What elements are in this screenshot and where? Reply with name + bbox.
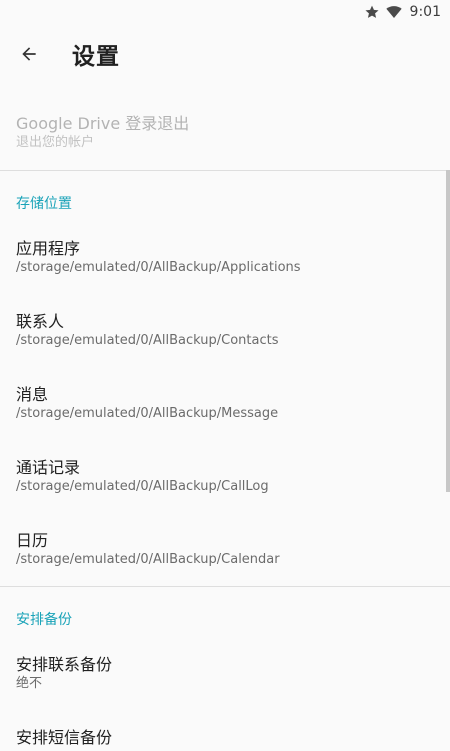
pref-message-path[interactable]: 消息 /storage/emulated/0/AllBackup/Message: [16, 385, 430, 423]
back-button[interactable]: [17, 42, 41, 66]
pref-applications-path[interactable]: 应用程序 /storage/emulated/0/AllBackup/Appli…: [16, 239, 430, 277]
pref-summary: /storage/emulated/0/AllBackup/Applicatio…: [16, 260, 301, 275]
wifi-icon: [385, 4, 402, 20]
divider: [0, 170, 450, 171]
app-bar: 设置: [0, 24, 450, 84]
pref-schedule-contacts-backup[interactable]: 安排联系备份 绝不: [16, 655, 430, 693]
pref-title: 通话记录: [16, 458, 81, 477]
google-drive-logout-pref[interactable]: Google Drive 登录退出 退出您的帐户: [16, 114, 430, 152]
page-title: 设置: [72, 44, 120, 70]
status-time: 9:01: [409, 4, 441, 20]
pref-title: 联系人: [16, 312, 65, 331]
pref-title: 日历: [16, 531, 49, 550]
pref-summary: /storage/emulated/0/AllBackup/Message: [16, 406, 279, 421]
pref-summary: 绝不: [16, 676, 43, 691]
pref-title: 消息: [16, 385, 49, 404]
pref-title: Google Drive 登录退出: [16, 114, 190, 133]
pref-summary: /storage/emulated/0/AllBackup/Calendar: [16, 552, 280, 567]
pref-summary: 退出您的帐户: [16, 135, 95, 150]
pref-title: 应用程序: [16, 239, 81, 258]
star-icon: [364, 4, 380, 20]
pref-summary: /storage/emulated/0/AllBackup/CallLog: [16, 479, 269, 494]
pref-calllog-path[interactable]: 通话记录 /storage/emulated/0/AllBackup/CallL…: [16, 458, 430, 496]
category-storage-location: 存储位置: [16, 196, 72, 212]
pref-calendar-path[interactable]: 日历 /storage/emulated/0/AllBackup/Calenda…: [16, 531, 430, 569]
back-arrow-icon: [22, 47, 36, 61]
category-schedule-backup: 安排备份: [16, 612, 72, 628]
pref-title: 安排联系备份: [16, 655, 113, 674]
status-bar: 9:01: [0, 0, 450, 24]
pref-schedule-sms-backup[interactable]: 安排短信备份: [16, 728, 430, 748]
pref-summary: /storage/emulated/0/AllBackup/Contacts: [16, 333, 279, 348]
pref-title: 安排短信备份: [16, 728, 113, 747]
settings-screen: 9:01 设置 Google Drive 登录退出 退出您的帐户 存储位置 应用…: [0, 0, 450, 751]
divider: [0, 586, 450, 587]
scrollbar[interactable]: [446, 170, 450, 492]
pref-contacts-path[interactable]: 联系人 /storage/emulated/0/AllBackup/Contac…: [16, 312, 430, 350]
